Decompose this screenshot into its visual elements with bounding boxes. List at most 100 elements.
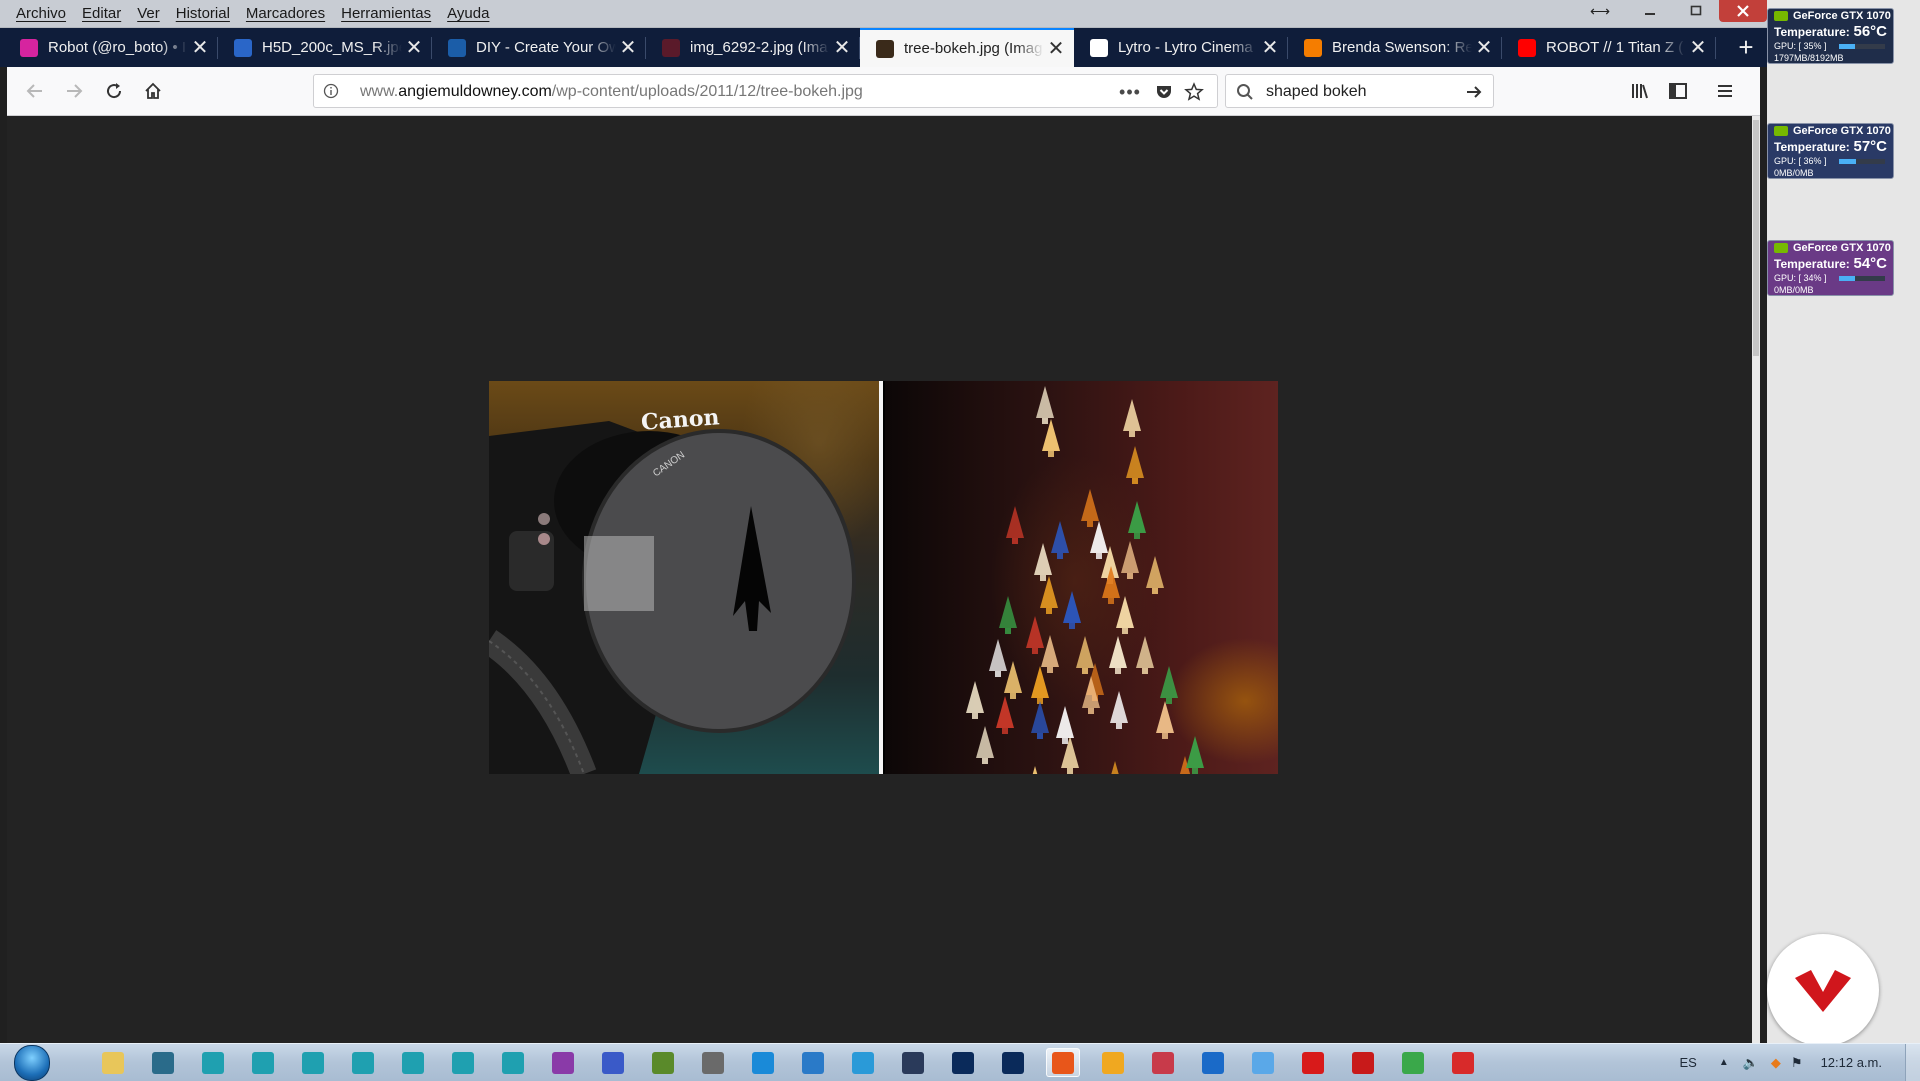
menu-herramientas[interactable]: Herramientas — [341, 5, 431, 22]
taskbar-button[interactable] — [846, 1048, 880, 1077]
gpu-widget-3[interactable]: GeForce GTX 1070 Temperature: 54°C GPU: [ 3… — [1767, 240, 1894, 296]
taskbar-button[interactable] — [946, 1048, 980, 1077]
search-input[interactable]: shaped bokeh — [1266, 83, 1367, 101]
menu-editar[interactable]: Editar — [82, 5, 121, 22]
back-button[interactable] — [20, 76, 50, 106]
taskbar-button[interactable] — [296, 1048, 330, 1077]
minimize-button[interactable] — [1627, 0, 1673, 22]
bokeh-tree-trunk — [1046, 608, 1052, 614]
reload-button[interactable] — [99, 76, 129, 106]
taskbar-button[interactable] — [1196, 1048, 1230, 1077]
taskbar-button[interactable] — [346, 1048, 380, 1077]
close-tab-icon[interactable]: ✕ — [188, 38, 212, 58]
tray-expand-icon[interactable]: ▲ — [1719, 1057, 1729, 1068]
taskbar-button[interactable] — [446, 1048, 480, 1077]
menu-ver[interactable]: Ver — [137, 5, 160, 22]
bokeh-tree-trunk — [1115, 668, 1121, 674]
close-tab-icon[interactable]: ✕ — [402, 38, 426, 58]
go-arrow-icon[interactable] — [1465, 83, 1483, 101]
url-host: angiemuldowney.com — [398, 83, 552, 100]
taskbar-button[interactable] — [646, 1048, 680, 1077]
gpu-temp-row: Temperature: 57°C — [1768, 138, 1893, 155]
menu-marcadores[interactable]: Marcadores — [246, 5, 325, 22]
bokeh-tree-shape — [1156, 701, 1174, 733]
gpu-mem: 0MB/0MB — [1774, 167, 1814, 178]
close-tab-icon[interactable]: ✕ — [1258, 38, 1282, 58]
clock[interactable]: 12:12 a.m. — [1821, 1055, 1882, 1070]
opera-icon — [1302, 1051, 1324, 1074]
reload-icon — [107, 83, 122, 99]
taskbar-button[interactable] — [696, 1048, 730, 1077]
tab-2[interactable]: H5D_200c_MS_R.jpeg ✕ — [218, 28, 432, 67]
close-window-button[interactable] — [1719, 0, 1767, 22]
tree-bokeh-image[interactable]: Canon CANON — [489, 381, 1278, 774]
lytro-icon — [1090, 38, 1108, 57]
close-tab-icon[interactable]: ✕ — [1472, 38, 1496, 58]
taskbar-button[interactable] — [1246, 1048, 1280, 1077]
bokeh-tree-trunk — [1012, 538, 1018, 544]
close-tab-icon[interactable]: ✕ — [616, 38, 640, 58]
taskbar-button[interactable] — [796, 1048, 830, 1077]
menu-historial[interactable]: Historial — [176, 5, 230, 22]
info-icon[interactable] — [323, 83, 339, 99]
menu-archivo[interactable]: Archivo — [16, 5, 66, 22]
taskbar-button[interactable] — [1446, 1048, 1480, 1077]
new-tab-button[interactable]: + — [1726, 28, 1766, 67]
library-button[interactable] — [1625, 76, 1655, 106]
action-center-flag-icon[interactable]: ⚑ — [1791, 1055, 1803, 1071]
tab-8[interactable]: ROBOT // 1 Titan Z (✕ — [1502, 28, 1716, 67]
address-bar[interactable]: www.angiemuldowney.com/wp-content/upload… — [313, 74, 1218, 108]
url-text[interactable]: www.angiemuldowney.com/wp-content/upload… — [360, 83, 863, 101]
taskbar-button[interactable] — [596, 1048, 630, 1077]
close-tab-icon[interactable]: ✕ — [1686, 38, 1710, 58]
tray-app-icon[interactable]: ◆ — [1771, 1055, 1781, 1071]
sidebar-button[interactable] — [1663, 76, 1693, 106]
menu-button[interactable] — [1710, 76, 1740, 106]
taskbar-button[interactable] — [1046, 1048, 1080, 1077]
pocket-icon[interactable] — [1154, 82, 1174, 102]
search-bar[interactable]: shaped bokeh — [1225, 74, 1494, 108]
forward-button[interactable] — [59, 76, 89, 106]
bookmark-star-icon[interactable] — [1184, 82, 1204, 102]
taskbar-button[interactable] — [246, 1048, 280, 1077]
close-tab-icon[interactable]: ✕ — [830, 38, 854, 58]
tab-4[interactable]: img_6292-2.jpg (Ima ✕ — [646, 28, 860, 67]
bokeh-tree-shape — [1051, 521, 1069, 553]
tab-5[interactable]: tree-bokeh.jpg (Imag ✕ — [860, 28, 1074, 67]
start-button[interactable] — [10, 1044, 54, 1081]
gpu-widget-2[interactable]: GeForce GTX 1070 Temperature: 57°C GPU: [ 3… — [1767, 123, 1894, 179]
close-tab-icon[interactable]: ✕ — [1044, 39, 1068, 59]
gpu-load-row: GPU: [ 34% ] — [1768, 272, 1893, 284]
floating-logo[interactable] — [1767, 934, 1879, 1046]
taskbar-button[interactable] — [996, 1048, 1030, 1077]
bokeh-tree-trunk — [1069, 623, 1075, 629]
taskbar-button[interactable] — [746, 1048, 780, 1077]
maximize-button[interactable] — [1673, 0, 1719, 22]
scrollbar[interactable] — [1752, 116, 1760, 1043]
tab-1[interactable]: Robot (@ro_boto) • I ✕ — [4, 28, 218, 67]
taskbar-button[interactable] — [396, 1048, 430, 1077]
resize-arrows-icon[interactable]: ⟷ — [1573, 0, 1627, 22]
taskbar-button[interactable] — [1096, 1048, 1130, 1077]
show-desktop-button[interactable] — [1905, 1044, 1920, 1081]
taskbar-button[interactable] — [1146, 1048, 1180, 1077]
taskbar-button[interactable] — [546, 1048, 580, 1077]
taskbar-button[interactable] — [196, 1048, 230, 1077]
page-actions-icon[interactable]: ••• — [1119, 82, 1140, 102]
scrollbar-thumb[interactable] — [1753, 120, 1759, 356]
tab-7[interactable]: Brenda Swenson: Ref ✕ — [1288, 28, 1502, 67]
tab-6[interactable]: Lytro - Lytro Cinema ✕ — [1074, 28, 1288, 67]
taskbar-button[interactable] — [496, 1048, 530, 1077]
menu-ayuda[interactable]: Ayuda — [447, 5, 489, 22]
volume-icon[interactable]: 🔈 — [1743, 1055, 1759, 1071]
taskbar-button[interactable] — [96, 1048, 130, 1077]
taskbar-button[interactable] — [146, 1048, 180, 1077]
taskbar-button[interactable] — [1346, 1048, 1380, 1077]
taskbar-button[interactable] — [1396, 1048, 1430, 1077]
tab-3[interactable]: DIY - Create Your Ow ✕ — [432, 28, 646, 67]
language-indicator[interactable]: ES — [1679, 1055, 1696, 1070]
gpu-widget-1[interactable]: GeForce GTX 1070 Temperature: 56°C GPU: [ 3… — [1767, 8, 1894, 64]
taskbar-button[interactable] — [1296, 1048, 1330, 1077]
home-button[interactable] — [138, 76, 168, 106]
taskbar-button[interactable] — [896, 1048, 930, 1077]
